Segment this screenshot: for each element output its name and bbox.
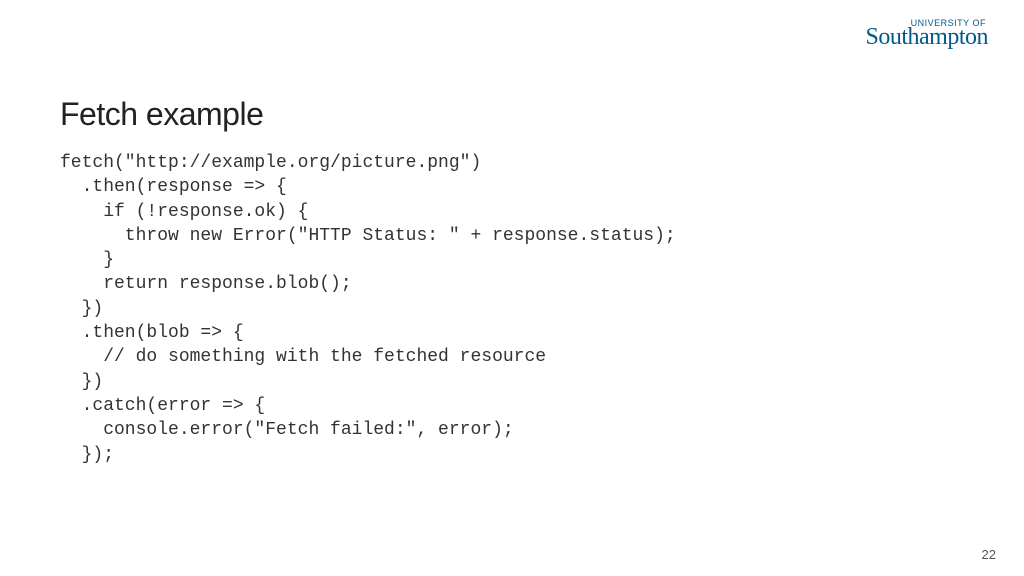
code-block: fetch("http://example.org/picture.png") …	[60, 151, 964, 467]
slide-content: Fetch example fetch("http://example.org/…	[0, 0, 1024, 467]
slide-title: Fetch example	[60, 96, 964, 133]
page-number: 22	[982, 547, 996, 562]
logo-main-text: Southampton	[865, 24, 988, 51]
university-logo: UNIVERSITY OF Southampton	[865, 18, 988, 51]
